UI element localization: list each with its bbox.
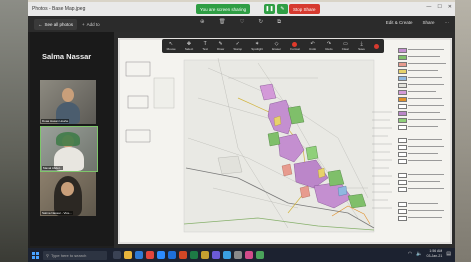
select-tool[interactable]: ✥ Select	[185, 41, 193, 51]
app-icon[interactable]	[256, 251, 264, 259]
background-left	[0, 0, 28, 262]
pause-icon: ❚❚	[265, 6, 274, 12]
pause-share-button[interactable]: ❚❚	[264, 4, 275, 14]
base-map-image[interactable]: ↖ Mouse ✥ Select T Text ✎ Draw ✓ Stamp ✶ Spotl…	[118, 38, 452, 244]
network-icon[interactable]: ◠	[408, 251, 412, 257]
task-view-icon[interactable]	[113, 251, 121, 259]
folder-icon[interactable]	[201, 251, 209, 259]
edge-icon[interactable]	[135, 251, 143, 259]
map-legend	[398, 48, 448, 228]
participant-tile[interactable]: Salma Nassar - Vice...	[40, 172, 96, 216]
rotate-icon[interactable]: ↻	[259, 19, 264, 26]
zoom-icon[interactable]: ⊕	[200, 19, 205, 26]
app-icon[interactable]	[245, 251, 253, 259]
add-to-label: Add to	[86, 21, 100, 27]
undo-tool[interactable]: ↶ Undo	[309, 41, 316, 51]
share-button[interactable]: Share	[422, 20, 434, 25]
background-right	[455, 0, 471, 262]
stop-share-label: Stop Share	[293, 6, 316, 12]
clock-date: 03-Jan-21	[426, 253, 443, 258]
system-tray: ◠ 🔈 1:56 AM 03-Jan-21 ▤	[408, 249, 451, 258]
mouse-tool[interactable]: ↖ Mouse	[167, 41, 176, 51]
search-placeholder: Type here to search	[50, 252, 87, 258]
powerpoint-icon[interactable]	[179, 251, 187, 259]
edit-create-button[interactable]: Edit & Create	[386, 20, 413, 25]
participant-headscarf	[56, 132, 80, 146]
excel-icon[interactable]	[190, 251, 198, 259]
photos-command-bar: ← See all photos + Add to ⊕ 🗑 ♡ ↻ ⧉ Edit…	[28, 16, 455, 32]
plus-icon: +	[82, 21, 85, 27]
participant-face	[61, 182, 74, 196]
stamp-tool[interactable]: ✓ Stamp	[233, 41, 242, 51]
more-options-icon[interactable]: ···	[445, 20, 450, 25]
participant-name: Manal Abdel...	[42, 166, 64, 170]
title-bar: Photos - Base Map.jpeg You are screen sh…	[28, 2, 455, 16]
command-bar-right: Edit & Create Share ···	[386, 20, 449, 25]
presenter-name: Salma Nassar	[42, 52, 92, 61]
text-tool[interactable]: T Text	[202, 41, 208, 51]
volume-icon[interactable]: 🔈	[416, 251, 422, 257]
minimize-button[interactable]: —	[426, 4, 431, 10]
maximize-button[interactable]: ☐	[437, 4, 441, 10]
photos-icon[interactable]	[223, 251, 231, 259]
eraser-tool[interactable]: ◇ Eraser	[272, 41, 281, 51]
close-button[interactable]: ✕	[448, 4, 452, 10]
window-controls: — ☐ ✕	[426, 4, 452, 10]
search-icon: ⚲	[46, 252, 49, 258]
close-toolbar-icon[interactable]	[374, 43, 380, 49]
taskbar-search[interactable]: ⚲ Type here to search	[43, 250, 107, 260]
teams-icon[interactable]	[212, 251, 220, 259]
format-tool[interactable]: Format	[290, 41, 300, 51]
legend-secondary-graphic	[372, 111, 392, 209]
delete-icon[interactable]: 🗑	[219, 19, 226, 26]
crop-icon[interactable]: ⧉	[277, 19, 281, 26]
draw-tool[interactable]: ✎ Draw	[217, 41, 224, 51]
map-legend-secondary	[370, 108, 394, 228]
monitor-screen: Photos - Base Map.jpeg You are screen sh…	[28, 2, 455, 262]
file-explorer-icon[interactable]	[124, 251, 132, 259]
participant-face	[62, 88, 74, 102]
spotlight-tool[interactable]: ✶ Spotlight	[251, 41, 263, 51]
taskbar: ⚲ Type here to search ◠ 🔈 1:56 AM 03-Jan	[28, 248, 455, 262]
taskbar-pinned-apps	[113, 251, 264, 259]
participant-tile-active[interactable]: Manal Abdel...	[40, 126, 98, 172]
settings-icon[interactable]	[234, 251, 242, 259]
participant-name: Salma Nassar - Vice...	[41, 211, 73, 215]
see-all-photos-button[interactable]: ← See all photos	[34, 18, 78, 30]
windows-start-icon[interactable]	[32, 251, 39, 259]
add-to-button[interactable]: + Add to	[82, 22, 100, 27]
chrome-icon[interactable]	[146, 251, 154, 259]
save-tool[interactable]: ⤓ Save	[358, 41, 365, 51]
zoom-app-icon[interactable]	[157, 251, 165, 259]
word-icon[interactable]	[168, 251, 176, 259]
screen-sharing-indicator: You are screen sharing	[196, 4, 251, 14]
redo-tool[interactable]: ↷ Redo	[325, 41, 332, 51]
video-panel: Salma Nassar Doaa Hasan Hoahe Manal Abde…	[30, 32, 114, 246]
annotate-button[interactable]: ✎	[277, 4, 288, 14]
window-title: Photos - Base Map.jpeg	[32, 6, 86, 12]
stop-share-button[interactable]: Stop Share	[289, 4, 320, 14]
clock[interactable]: 1:56 AM 03-Jan-21	[427, 249, 443, 258]
photo-actions: ⊕ 🗑 ♡ ↻ ⧉	[200, 19, 281, 26]
screen-sharing-status: You are screen sharing	[200, 6, 247, 12]
back-icon: ←	[38, 21, 43, 27]
participant-name: Doaa Hasan Hoahe	[41, 119, 70, 123]
see-all-photos-label: See all photos	[44, 21, 74, 27]
notifications-icon[interactable]: ▤	[446, 251, 451, 257]
participant-tile[interactable]: Doaa Hasan Hoahe	[40, 80, 96, 124]
photo-viewer: ↖ Mouse ✥ Select T Text ✎ Draw ✓ Stamp ✶ Spotl…	[114, 32, 455, 248]
annotation-toolbar: ↖ Mouse ✥ Select T Text ✎ Draw ✓ Stamp ✶ Spotl…	[162, 39, 384, 53]
annotate-icon: ✎	[280, 6, 285, 12]
clear-tool[interactable]: ▭ Clear	[342, 41, 349, 51]
favorite-icon[interactable]: ♡	[240, 19, 245, 26]
